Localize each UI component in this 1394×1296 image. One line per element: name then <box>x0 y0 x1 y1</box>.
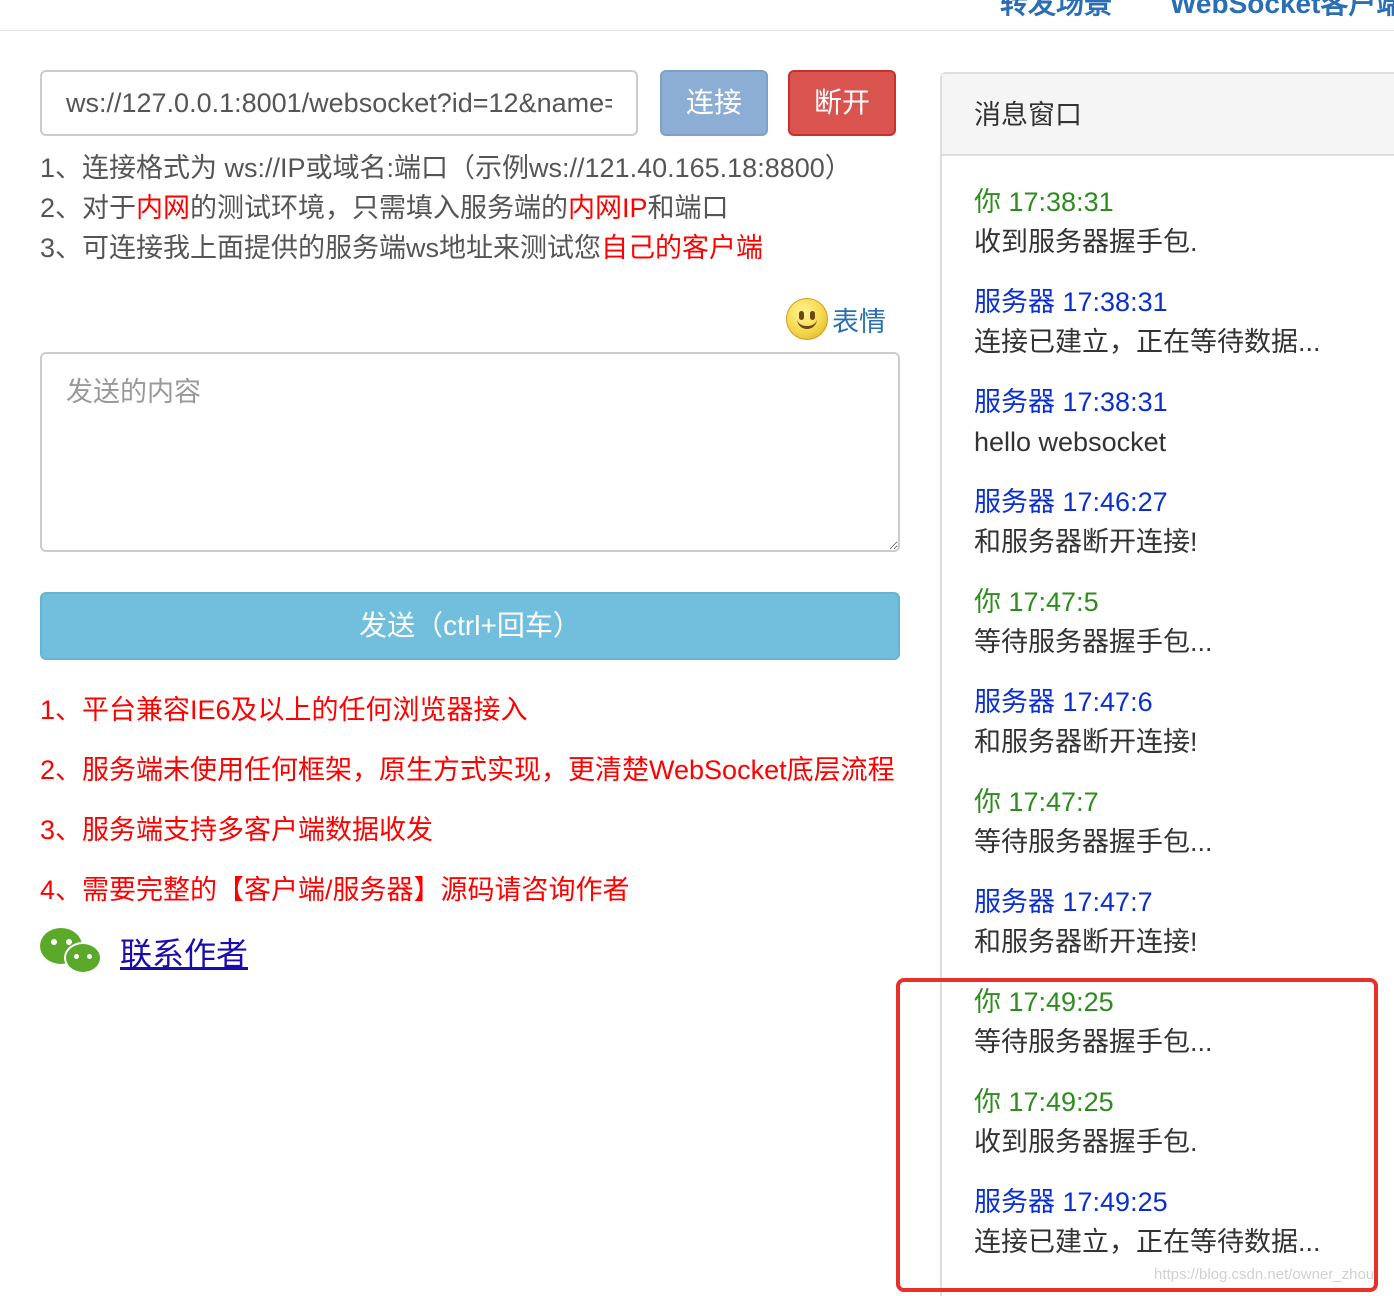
message-sender: 你 17:49:25 <box>974 987 1114 1017</box>
message-text: 连接已建立，正在等待数据... <box>974 327 1321 357</box>
message-window: 消息窗口 你 17:38:31 收到服务器握手包. 服务器 17:38:31 连接已建… <box>940 72 1394 1296</box>
tip-highlight: 内网 <box>136 193 191 223</box>
message-text: 收到服务器握手包. <box>974 1127 1198 1157</box>
message-input[interactable] <box>40 352 900 552</box>
message-item: 你 17:49:25 收到服务器握手包. <box>974 1082 1394 1182</box>
message-sender: 服务器 17:47:6 <box>974 687 1153 717</box>
message-item: 服务器 17:38:31 连接已建立，正在等待数据... <box>974 282 1394 382</box>
message-item: 你 17:38:31 收到服务器握手包. <box>974 182 1394 282</box>
message-window-title: 消息窗口 <box>942 74 1394 156</box>
tip-highlight: 内网IP <box>568 193 648 223</box>
message-item: 服务器 17:47:7 和服务器断开连接! <box>974 882 1394 982</box>
message-sender: 服务器 17:46:27 <box>974 487 1168 517</box>
message-text: 和服务器断开连接! <box>974 527 1198 557</box>
smiley-icon <box>786 298 828 340</box>
connect-button[interactable]: 连接 <box>660 70 768 136</box>
feature-item: 2、服务端未使用任何框架，原生方式实现，更清楚WebSocket底层流程 <box>40 755 895 785</box>
feature-list: 1、平台兼容IE6及以上的任何浏览器接入 2、服务端未使用任何框架，原生方式实现… <box>40 690 895 930</box>
tip-text: 的测试环境，只需填入服务端的 <box>190 193 569 223</box>
feature-item: 3、服务端支持多客户端数据收发 <box>40 815 434 845</box>
feature-item: 1、平台兼容IE6及以上的任何浏览器接入 <box>40 695 528 725</box>
message-sender: 服务器 17:47:7 <box>974 887 1153 917</box>
emoji-button[interactable]: 表情 <box>786 296 886 342</box>
message-text: 等待服务器握手包... <box>974 1027 1213 1057</box>
message-item: 你 17:47:5 等待服务器握手包... <box>974 582 1394 682</box>
nav-item-forward[interactable]: 转发场景 <box>1000 0 1112 22</box>
message-text: 等待服务器握手包... <box>974 627 1213 657</box>
websocket-url-input[interactable] <box>40 70 638 136</box>
message-list[interactable]: 你 17:38:31 收到服务器握手包. 服务器 17:38:31 连接已建立，正在等… <box>942 156 1394 1282</box>
message-sender: 你 17:47:5 <box>974 587 1099 617</box>
message-item: 你 17:47:7 等待服务器握手包... <box>974 782 1394 882</box>
emoji-label[interactable]: 表情 <box>832 300 886 339</box>
message-item: 服务器 17:47:6 和服务器断开连接! <box>974 682 1394 782</box>
message-sender: 服务器 17:38:31 <box>974 287 1168 317</box>
message-text: 收到服务器握手包. <box>974 227 1198 257</box>
message-item: 服务器 17:46:27 和服务器断开连接! <box>974 482 1394 582</box>
tip-text: 2、对于 <box>40 193 137 223</box>
message-text: 和服务器断开连接! <box>974 927 1198 957</box>
wechat-icon <box>40 926 102 978</box>
message-item: 你 17:49:25 等待服务器握手包... <box>974 982 1394 1082</box>
tip-text: 3、可连接我上面提供的服务端ws地址来测试您 <box>40 233 602 263</box>
nav-item-websocket-client[interactable]: WebSocket客户端 <box>1170 0 1394 22</box>
tip-line-1: 1、连接格式为 ws://IP或域名:端口（示例ws://121.40.165.… <box>40 153 852 183</box>
message-sender: 你 17:38:31 <box>974 187 1114 217</box>
connection-tips: 1、连接格式为 ws://IP或域名:端口（示例ws://121.40.165.… <box>40 148 852 268</box>
message-item: 服务器 17:38:31 hello websocket <box>974 382 1394 482</box>
message-text: 等待服务器握手包... <box>974 827 1213 857</box>
tip-text: 和端口 <box>647 193 729 223</box>
message-text: 连接已建立，正在等待数据... <box>974 1227 1321 1257</box>
message-sender: 服务器 17:49:25 <box>974 1187 1168 1217</box>
message-sender: 你 17:47:7 <box>974 787 1099 817</box>
message-text: hello websocket <box>974 427 1167 457</box>
tip-line-2: 2、对于内网的测试环境，只需填入服务端的内网IP和端口 <box>40 188 852 228</box>
tip-line-3: 3、可连接我上面提供的服务端ws地址来测试您自己的客户端 <box>40 228 852 268</box>
top-nav: 转发场景 WebSocket客户端 <box>0 0 1394 31</box>
contact-author-link[interactable]: 联系作者 <box>120 929 248 975</box>
feature-item: 4、需要完整的【客户端/服务器】源码请咨询作者 <box>40 875 630 905</box>
message-sender: 服务器 17:38:31 <box>974 387 1168 417</box>
send-button[interactable]: 发送（ctrl+回车） <box>40 592 900 660</box>
watermark: https://blog.csdn.net/owner_zhou <box>1154 1266 1375 1283</box>
contact-author: 联系作者 <box>40 926 248 978</box>
disconnect-button[interactable]: 断开 <box>788 70 896 136</box>
message-text: 和服务器断开连接! <box>974 727 1198 757</box>
websocket-client-page: 转发场景 WebSocket客户端 连接 断开 1、连接格式为 ws://IP或… <box>0 0 1394 1296</box>
tip-highlight: 自己的客户端 <box>601 233 764 263</box>
message-sender: 你 17:49:25 <box>974 1087 1114 1117</box>
